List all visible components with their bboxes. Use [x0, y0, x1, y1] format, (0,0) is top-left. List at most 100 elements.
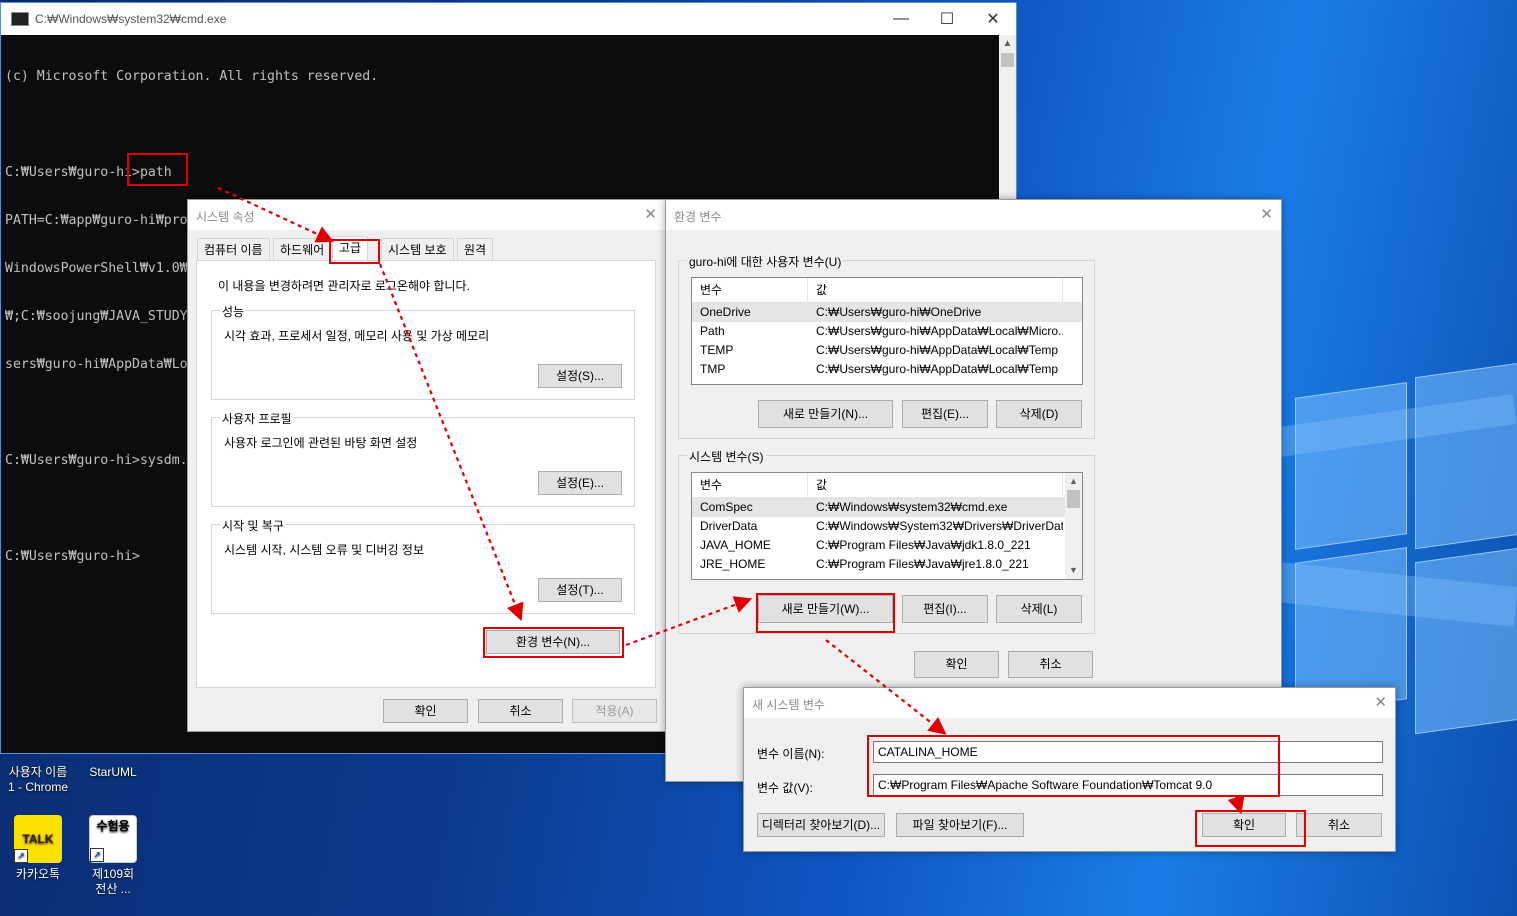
- shortcut-arrow-icon: ↗: [14, 849, 28, 863]
- list-item[interactable]: ComSpec C:₩Windows₩system32₩cmd.exe: [692, 498, 1082, 517]
- tab-computer-name[interactable]: 컴퓨터 이름: [197, 238, 270, 261]
- new-var-cancel-button[interactable]: 취소: [1296, 813, 1382, 837]
- user-edit-button[interactable]: 편집(E)...: [902, 400, 988, 428]
- minimize-button[interactable]: —: [878, 3, 924, 35]
- list-item[interactable]: JAVA_HOME C:₩Program Files₩Java₩jdk1.8.0_…: [692, 536, 1082, 555]
- desktop-icon-label: 카카오톡: [15, 867, 61, 881]
- startup-settings-button[interactable]: 설정(T)...: [538, 578, 622, 602]
- dialog-title: 새 시스템 변수: [752, 698, 825, 712]
- scroll-thumb[interactable]: [1067, 490, 1080, 508]
- column-header-value[interactable]: 값: [808, 278, 1063, 302]
- list-item[interactable]: TEMP C:₩Users₩guro-hi₩AppData₩Local₩Temp: [692, 341, 1082, 360]
- desktop-icon-staruml[interactable]: StarUML: [78, 765, 148, 780]
- tab-hardware[interactable]: 하드웨어: [273, 238, 332, 261]
- windows-logo-pane: [1415, 362, 1517, 550]
- scroll-up-icon[interactable]: ▲: [999, 35, 1016, 52]
- scroll-up-icon[interactable]: ▲: [1065, 473, 1082, 490]
- cmd-titlebar[interactable]: C:₩Windows₩system32₩cmd.exe — ☐ ✕: [1, 3, 1016, 35]
- annotation-highlight-advanced-tab: [329, 239, 380, 264]
- column-header-variable[interactable]: 변수: [692, 278, 808, 302]
- dialog-titlebar[interactable]: 환경 변수 ✕: [666, 200, 1281, 230]
- env-ok-button[interactable]: 확인: [914, 651, 999, 678]
- variable-value: C:₩Windows₩system32₩cmd.exe: [816, 500, 1008, 514]
- annotation-highlight-sysdm: [127, 153, 188, 186]
- group-title: guro-hi에 대한 사용자 변수(U): [687, 253, 844, 270]
- variable-value-label: 변수 값(V):: [757, 781, 813, 795]
- user-variables-list[interactable]: 변수 값 OneDrive C:₩Users₩guro-hi₩OneDrive P…: [691, 277, 1083, 385]
- desktop-icon-chrome-profile[interactable]: 사용자 이름 1 - Chrome: [3, 765, 73, 795]
- system-variables-list[interactable]: 변수 값 ComSpec C:₩Windows₩system32₩cmd.exe …: [691, 472, 1083, 580]
- variable-name-label: 변수 이름(N):: [757, 747, 825, 761]
- user-new-button[interactable]: 새로 만들기(N)...: [758, 400, 893, 428]
- variable-name: Path: [700, 324, 725, 338]
- variable-name: JRE_HOME: [700, 557, 766, 571]
- dialog-titlebar[interactable]: 시스템 속성 ✕: [188, 200, 665, 230]
- column-header-variable[interactable]: 변수: [692, 473, 808, 497]
- performance-settings-button[interactable]: 설정(S)...: [538, 364, 622, 388]
- scroll-down-icon[interactable]: ▼: [1065, 562, 1082, 579]
- scroll-thumb[interactable]: [1001, 53, 1014, 67]
- variable-value: C:₩Users₩guro-hi₩AppData₩Local₩Temp: [816, 343, 1059, 357]
- tab-remote[interactable]: 원격: [457, 238, 494, 261]
- ok-button[interactable]: 확인: [383, 699, 468, 723]
- list-item[interactable]: OneDrive C:₩Users₩guro-hi₩OneDrive: [692, 303, 1082, 322]
- maximize-button[interactable]: ☐: [924, 3, 970, 35]
- desktop-icon-exam[interactable]: 수험용 ↗ 제109회 전산 ...: [78, 815, 148, 897]
- group-title: 사용자 프로필: [220, 410, 294, 427]
- profile-settings-button[interactable]: 설정(E)...: [538, 471, 622, 495]
- variable-value: C:₩Users₩guro-hi₩AppData₩Local₩Micro...: [816, 324, 1063, 338]
- console-line: (c) Microsoft Corporation. All rights re…: [5, 69, 379, 84]
- dialog-titlebar[interactable]: 새 시스템 변수 ✕: [744, 688, 1395, 718]
- system-delete-button[interactable]: 삭제(L): [996, 595, 1082, 623]
- cmd-app-icon: [11, 12, 29, 26]
- list-scrollbar[interactable]: ▲ ▼: [1065, 473, 1082, 579]
- annotation-highlight-new-button: [756, 593, 895, 633]
- browse-file-button[interactable]: 파일 찾아보기(F)...: [896, 813, 1024, 837]
- dialog-title: 시스템 속성: [196, 210, 255, 224]
- group-title: 시작 및 복구: [220, 517, 286, 534]
- user-delete-button[interactable]: 삭제(D): [996, 400, 1082, 428]
- variable-name: TMP: [700, 362, 726, 376]
- env-cancel-button[interactable]: 취소: [1008, 651, 1093, 678]
- list-item[interactable]: JRE_HOME C:₩Program Files₩Java₩jre1.8.0_2…: [692, 555, 1082, 574]
- group-title: 성능: [220, 303, 247, 320]
- apply-button[interactable]: 적용(A): [572, 699, 657, 723]
- group-description: 시스템 시작, 시스템 오류 및 디버깅 정보: [224, 543, 424, 557]
- close-icon[interactable]: ✕: [644, 205, 657, 223]
- admin-note: 이 내용을 변경하려면 관리자로 로그온해야 합니다.: [218, 279, 470, 293]
- tab-system-protection[interactable]: 시스템 보호: [381, 238, 454, 261]
- close-icon[interactable]: ✕: [1374, 693, 1387, 711]
- list-item[interactable]: TMP C:₩Users₩guro-hi₩AppData₩Local₩Temp: [692, 360, 1082, 379]
- browse-directory-button[interactable]: 디렉터리 찾아보기(D)...: [757, 813, 885, 837]
- system-edit-button[interactable]: 편집(I)...: [902, 595, 988, 623]
- variable-value: C:₩Program Files₩Java₩jre1.8.0_221: [816, 557, 1029, 571]
- annotation-highlight-fields: [867, 735, 1280, 797]
- desktop-icon-label: StarUML: [89, 765, 137, 779]
- desktop-icon-kakaotalk[interactable]: TALK ↗ 카카오톡: [3, 815, 73, 882]
- shortcut-arrow-icon: ↗: [90, 848, 104, 862]
- close-icon[interactable]: ✕: [1260, 205, 1273, 223]
- annotation-highlight-env-button: [483, 627, 624, 658]
- variable-name: DriverData: [700, 519, 758, 533]
- kakaotalk-glyph: TALK: [22, 831, 54, 846]
- list-header: 변수 값: [692, 473, 1082, 498]
- kakaotalk-icon: TALK ↗: [14, 815, 62, 863]
- variable-value: C:₩Windows₩System32₩Drivers₩DriverData: [816, 519, 1063, 533]
- list-item[interactable]: Path C:₩Users₩guro-hi₩AppData₩Local₩Micro…: [692, 322, 1082, 341]
- desktop-icon-label: 제109회 전산 ...: [91, 867, 135, 896]
- close-button[interactable]: ✕: [970, 3, 1016, 35]
- group-title: 시스템 변수(S): [687, 448, 766, 465]
- cancel-button[interactable]: 취소: [478, 699, 563, 723]
- variable-value: C:₩Users₩guro-hi₩AppData₩Local₩Temp: [816, 362, 1059, 376]
- variable-name: ComSpec: [700, 500, 753, 514]
- list-header: 변수 값: [692, 278, 1082, 303]
- variable-value: C:₩Users₩guro-hi₩OneDrive: [816, 305, 982, 319]
- annotation-highlight-ok: [1195, 810, 1306, 847]
- column-header-value[interactable]: 값: [808, 473, 1063, 497]
- group-description: 시각 효과, 프로세서 일정, 메모리 사용 및 가상 메모리: [224, 329, 490, 343]
- exam-app-glyph: 수험용: [96, 819, 130, 833]
- dialog-title: 환경 변수: [674, 210, 722, 224]
- list-item[interactable]: DriverData C:₩Windows₩System32₩Drivers₩Dr…: [692, 517, 1082, 536]
- windows-logo-pane: [1295, 382, 1407, 550]
